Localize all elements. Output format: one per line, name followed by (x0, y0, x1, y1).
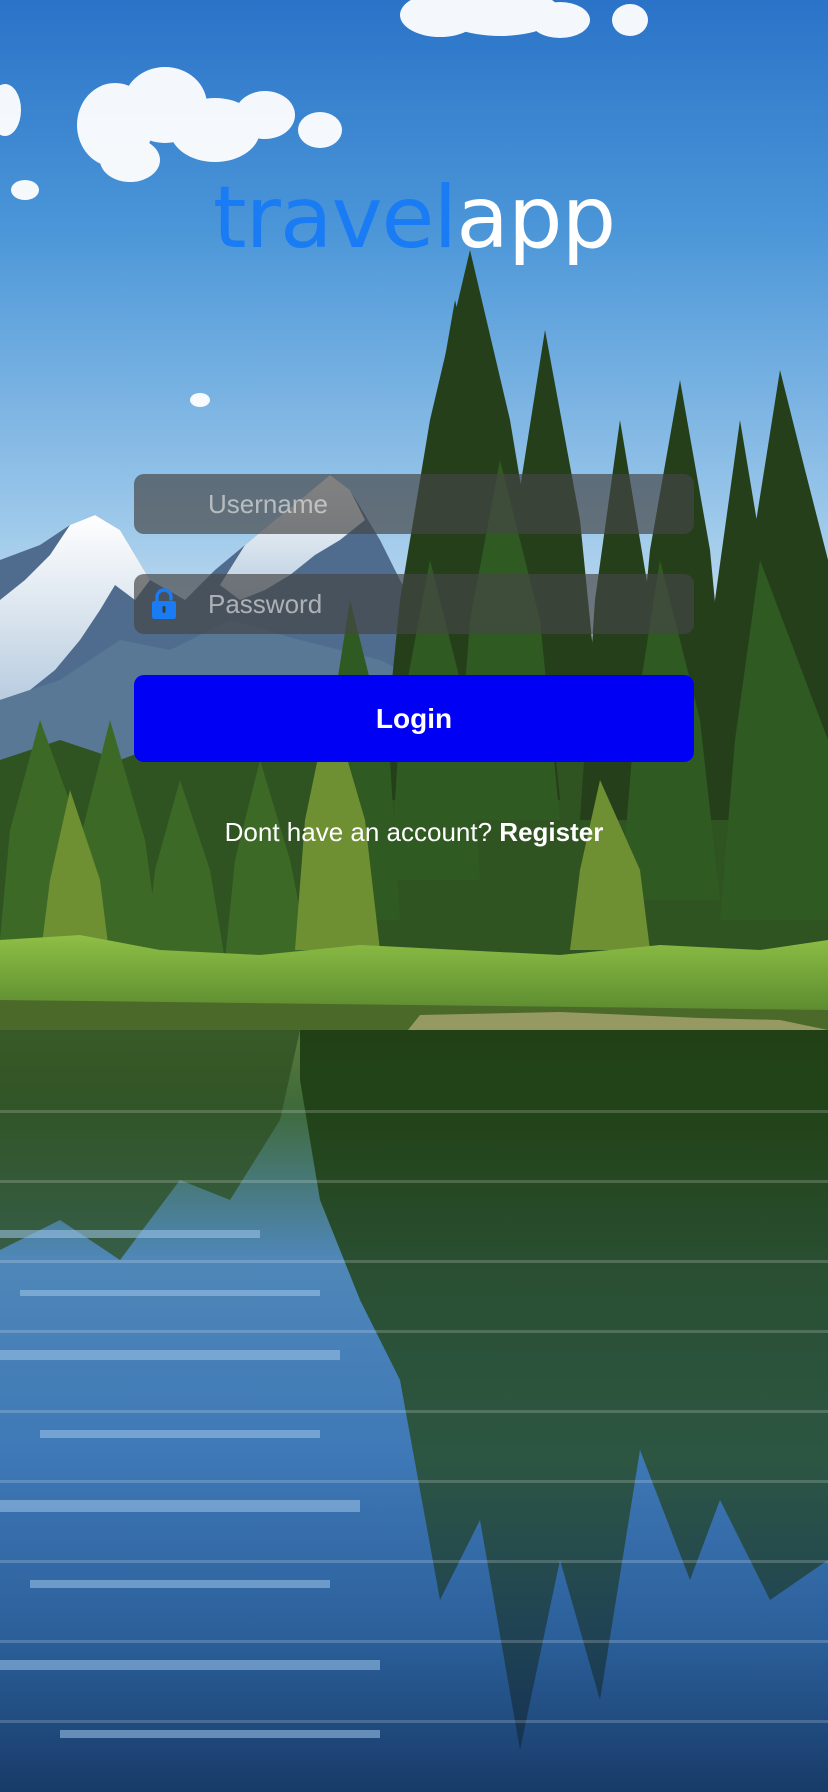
password-field[interactable] (134, 574, 694, 634)
logo-text-app: app (456, 168, 616, 268)
register-prompt-text: Dont have an account? (224, 817, 493, 847)
register-prompt-row: Dont have an account? Register (0, 812, 828, 852)
username-field[interactable] (134, 474, 694, 534)
register-link[interactable]: Register (499, 817, 603, 847)
app-logo: travelapp (0, 168, 828, 268)
username-input[interactable] (208, 474, 678, 534)
password-input[interactable] (208, 574, 678, 634)
logo-text-travel: travel (212, 168, 457, 268)
background-landscape (0, 0, 828, 1792)
lock-icon (152, 588, 176, 619)
login-button[interactable]: Login (134, 675, 694, 762)
